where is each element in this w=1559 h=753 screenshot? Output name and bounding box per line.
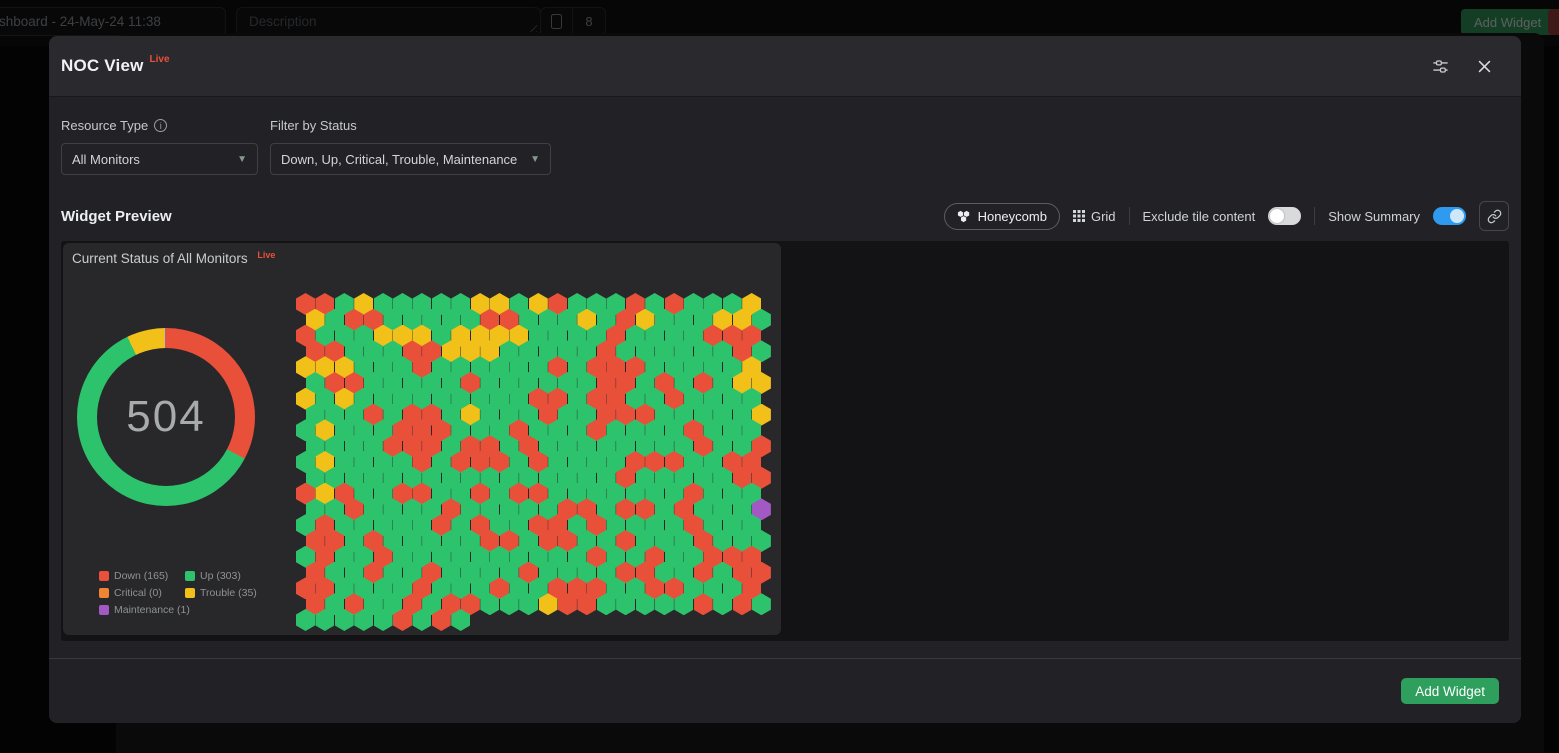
legend-item[interactable]: Up (303) [185,570,257,582]
widget-preview-area: Current Status of All Monitors Live 504 … [61,241,1509,641]
modal-header: NOC View Live [49,36,1521,97]
add-widget-button[interactable]: Add Widget [1401,678,1499,704]
grid-label: Grid [1091,209,1116,224]
widget-title: Current Status of All Monitors Live [72,251,275,266]
legend-item[interactable]: Maintenance (1) [99,604,181,616]
legend-swatch [99,605,109,615]
status-filter-label: Filter by Status [270,118,551,133]
modal-footer: Add Widget [49,658,1521,723]
exclude-tile-content-label: Exclude tile content [1143,209,1256,224]
live-badge: Live [150,54,170,65]
legend-label: Up (303) [200,570,241,582]
header-actions [1431,57,1493,76]
legend-swatch [99,571,109,581]
honeycomb-icon [957,210,971,223]
filters-row: Resource Type i All Monitors ▼ Filter by… [61,118,1509,175]
link-icon [1487,209,1502,224]
preview-controls: Honeycomb Grid Exclude tile content [944,201,1509,231]
legend-swatch [185,571,195,581]
chevron-down-icon: ▼ [237,154,247,165]
legend-item[interactable]: Trouble (35) [185,587,257,599]
close-icon [1476,58,1493,75]
show-summary-label: Show Summary [1328,209,1420,224]
close-button[interactable] [1476,58,1493,75]
sliders-icon [1431,57,1450,76]
honeycomb-map [296,293,774,633]
show-summary-toggle[interactable] [1433,207,1466,225]
divider [1314,207,1315,225]
status-filter-label-text: Filter by Status [270,118,357,133]
legend-label: Maintenance (1) [114,604,190,616]
resource-type-label: Resource Type i [61,118,258,133]
widget-preview-heading: Widget Preview [61,208,172,225]
modal-body: Resource Type i All Monitors ▼ Filter by… [49,118,1521,641]
toggle-knob [1270,209,1284,223]
divider [1129,207,1130,225]
copy-link-button[interactable] [1479,201,1509,231]
legend-item[interactable]: Critical (0) [99,587,181,599]
legend-label: Down (165) [114,570,168,582]
grid-view-button[interactable]: Grid [1073,209,1116,224]
resource-type-select[interactable]: All Monitors ▼ [61,143,258,175]
legend-item[interactable]: Down (165) [99,570,181,582]
widget-title-text: Current Status of All Monitors [72,251,248,266]
honeycomb-label: Honeycomb [978,209,1047,224]
donut-hole: 504 [97,348,235,486]
status-donut-chart[interactable]: 504 [77,328,255,506]
status-filter-group: Filter by Status Down, Up, Critical, Tro… [270,118,551,175]
resource-type-group: Resource Type i All Monitors ▼ [61,118,258,175]
status-filter-select[interactable]: Down, Up, Critical, Trouble, Maintenance… [270,143,551,175]
legend-label: Trouble (35) [200,587,257,599]
legend-swatch [185,588,195,598]
monitor-total-count: 504 [126,392,205,442]
info-icon[interactable]: i [154,119,167,132]
toggle-knob [1450,209,1464,223]
chevron-down-icon: ▼ [530,154,540,165]
widget-live-badge: Live [257,250,275,260]
resource-type-value: All Monitors [72,152,140,167]
noc-widget-card: Current Status of All Monitors Live 504 … [63,243,781,635]
honeycomb-view-button[interactable]: Honeycomb [944,203,1060,230]
modal-title: NOC View [61,56,144,76]
resource-type-label-text: Resource Type [61,118,148,133]
noc-view-modal: NOC View Live [49,36,1521,723]
exclude-tile-content-toggle[interactable] [1268,207,1301,225]
status-legend: Down (165) Up (303) Critical (0) Trouble (3… [99,570,257,616]
screen: Description 8 Add Widget NOC View Live [0,0,1559,753]
status-filter-value: Down, Up, Critical, Trouble, Maintenance [281,152,517,167]
legend-label: Critical (0) [114,587,162,599]
preview-header-row: Widget Preview Honeycomb [61,201,1509,231]
display-settings-button[interactable] [1431,57,1450,76]
grid-icon [1073,210,1085,222]
legend-swatch [99,588,109,598]
